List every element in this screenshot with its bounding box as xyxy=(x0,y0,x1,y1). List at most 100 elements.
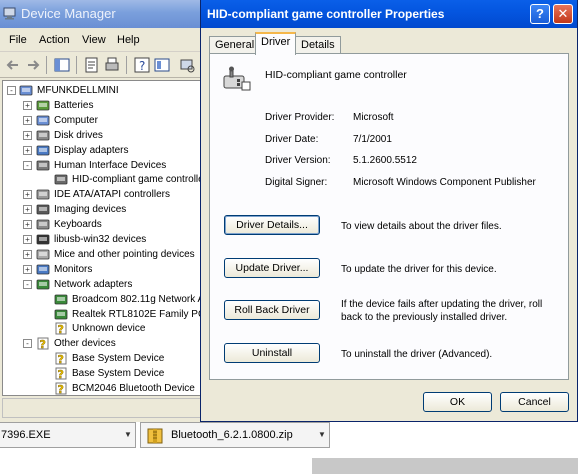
network-adapter-icon xyxy=(54,294,68,304)
update-driver-description: To update the driver for this device. xyxy=(341,264,497,275)
tree-item[interactable]: HID-compliant game controller xyxy=(3,172,207,187)
menu-help[interactable]: Help xyxy=(117,34,140,46)
driver-date-value: 7/1/2001 xyxy=(353,134,392,145)
tree-item[interactable]: + libusb-win32 devices xyxy=(3,232,207,247)
tree-item[interactable]: + IDE ATA/ATAPI controllers xyxy=(3,187,207,202)
tree-item[interactable]: + Display adapters xyxy=(3,143,207,158)
dropdown-arrow-icon[interactable]: ▼ xyxy=(315,426,329,444)
show-hide-tree-icon[interactable] xyxy=(53,56,71,74)
expand-icon[interactable]: + xyxy=(23,235,32,244)
tree-item[interactable]: -? Other devices xyxy=(3,336,207,351)
tree-item[interactable]: - MFUNKDELLMINI xyxy=(3,83,207,98)
tree-item[interactable]: + Keyboards xyxy=(3,217,207,232)
svg-text:?: ? xyxy=(58,368,64,380)
collapse-icon[interactable]: - xyxy=(23,339,32,349)
close-button[interactable]: ✕ xyxy=(553,4,573,24)
print-icon[interactable] xyxy=(103,56,121,74)
tree-item[interactable]: - Human Interface Devices xyxy=(3,158,207,173)
expand-icon[interactable]: + xyxy=(23,100,32,110)
dropdown-arrow-icon[interactable]: ▼ xyxy=(121,426,135,444)
update-driver-button[interactable]: Update Driver... xyxy=(224,258,320,278)
roll-back-driver-button[interactable]: Roll Back Driver xyxy=(224,300,320,320)
properties-dialog-titlebar[interactable]: HID-compliant game controller Properties… xyxy=(201,0,577,28)
close-x-icon: ✕ xyxy=(557,6,569,21)
tree-item[interactable]: ? BCM2046 Bluetooth Device xyxy=(3,381,207,395)
menu-file[interactable]: File xyxy=(9,34,27,46)
tree-item[interactable]: ? Base System Device xyxy=(3,366,207,381)
game-controller-icon xyxy=(54,174,68,185)
tab-general[interactable]: General xyxy=(209,36,261,54)
tree-item-label: Realtek RTL8102E Family PCI-E xyxy=(72,308,208,320)
tree-item-label: Batteries xyxy=(54,99,94,111)
tree-item[interactable]: + Mice and other pointing devices xyxy=(3,247,207,262)
tree-item[interactable]: Realtek RTL8102E Family PCI-E xyxy=(3,307,208,322)
tree-item-label: Monitors xyxy=(54,263,93,275)
expand-icon[interactable]: + xyxy=(23,220,32,230)
cancel-button[interactable]: Cancel xyxy=(500,392,569,412)
menu-action[interactable]: Action xyxy=(39,34,70,46)
menu-view[interactable]: View xyxy=(82,34,106,46)
tree-item[interactable]: ? Base System Device xyxy=(3,351,207,366)
warning-icon: ? xyxy=(55,382,67,395)
driver-details-button[interactable]: Driver Details... xyxy=(224,215,320,235)
download-bar: 7396.EXE ▼ Bluetooth_6.2.1.0800.zip ▼ xyxy=(0,422,578,474)
driver-provider-value: Microsoft xyxy=(353,112,394,123)
tree-item[interactable]: Broadcom 802.11g Network Adapter xyxy=(3,292,207,307)
network-adapter-icon xyxy=(54,309,68,319)
tree-item[interactable]: + Batteries xyxy=(3,98,207,113)
back-arrow-icon[interactable] xyxy=(4,56,22,74)
properties-dialog[interactable]: HID-compliant game controller Properties… xyxy=(200,0,578,422)
device-manager-window[interactable]: Device Manager File Action View Help ? -… xyxy=(0,0,210,422)
scan-hardware-icon[interactable] xyxy=(178,56,196,74)
svg-text:?: ? xyxy=(58,353,64,365)
uninstall-button[interactable]: Uninstall xyxy=(224,343,320,363)
mouse-icon xyxy=(36,249,50,260)
device-tree-horizontal-scrollbar[interactable] xyxy=(2,398,208,418)
tab-driver[interactable]: Driver xyxy=(255,32,297,55)
expand-icon[interactable]: + xyxy=(23,130,32,140)
tree-item[interactable]: + Imaging devices xyxy=(3,202,207,217)
tree-item[interactable]: + Monitors xyxy=(3,262,207,277)
tree-item[interactable]: - Network adapters xyxy=(3,277,207,292)
download-item-exe[interactable]: 7396.EXE ▼ xyxy=(0,422,136,448)
tree-item-label: BCM2046 Bluetooth Device xyxy=(72,383,195,394)
device-tree[interactable]: - MFUNKDELLMINI + Batteries + Computer + Disk d… xyxy=(2,80,208,396)
forward-arrow-icon[interactable] xyxy=(24,56,42,74)
device-manager-icon xyxy=(3,7,16,20)
help-icon[interactable]: ? xyxy=(133,56,151,74)
expand-icon[interactable]: + xyxy=(23,264,32,274)
tree-item-label: Base System Device xyxy=(72,353,165,365)
tree-item-label: Unknown device xyxy=(72,323,146,335)
expand-icon[interactable]: + xyxy=(23,205,32,215)
tab-details[interactable]: Details xyxy=(295,36,341,54)
view-toggle-icon[interactable] xyxy=(153,56,171,74)
help-button[interactable]: ? xyxy=(530,4,550,24)
collapse-icon[interactable]: - xyxy=(7,86,16,95)
tree-item[interactable]: + Disk drives xyxy=(3,128,207,143)
expand-icon[interactable]: + xyxy=(23,249,32,259)
uninstall-description: To uninstall the driver (Advanced). xyxy=(341,349,493,360)
tree-item-label: Human Interface Devices xyxy=(54,159,167,171)
tree-item-label: Network adapters xyxy=(54,278,133,290)
computer-icon xyxy=(19,85,33,96)
driver-date-label: Driver Date: xyxy=(265,134,319,145)
download-item-zip[interactable]: Bluetooth_6.2.1.0800.zip ▼ xyxy=(140,422,330,448)
device-manager-titlebar[interactable]: Device Manager xyxy=(0,0,209,28)
tree-item-label: Other devices xyxy=(54,338,116,350)
expand-icon[interactable]: + xyxy=(23,190,32,200)
tree-item-label: Broadcom 802.11g Network Adapter xyxy=(72,293,207,305)
tree-item[interactable]: + Computer xyxy=(3,113,207,128)
expand-icon[interactable]: + xyxy=(23,115,32,125)
expand-icon[interactable]: + xyxy=(23,145,32,155)
svg-text:?: ? xyxy=(139,59,145,73)
collapse-icon[interactable]: - xyxy=(23,160,32,170)
ok-button[interactable]: OK xyxy=(423,392,492,412)
collapse-icon[interactable]: - xyxy=(23,279,32,289)
properties-icon[interactable] xyxy=(83,56,101,74)
tree-item-label: libusb-win32 devices xyxy=(54,234,147,245)
svg-text:?: ? xyxy=(58,383,64,395)
computer-icon xyxy=(36,115,50,126)
driver-tab-panel: HID-compliant game controller Driver Pro… xyxy=(209,53,569,380)
display-adapter-icon xyxy=(36,145,50,155)
tree-item[interactable]: ? Unknown device xyxy=(3,321,207,336)
